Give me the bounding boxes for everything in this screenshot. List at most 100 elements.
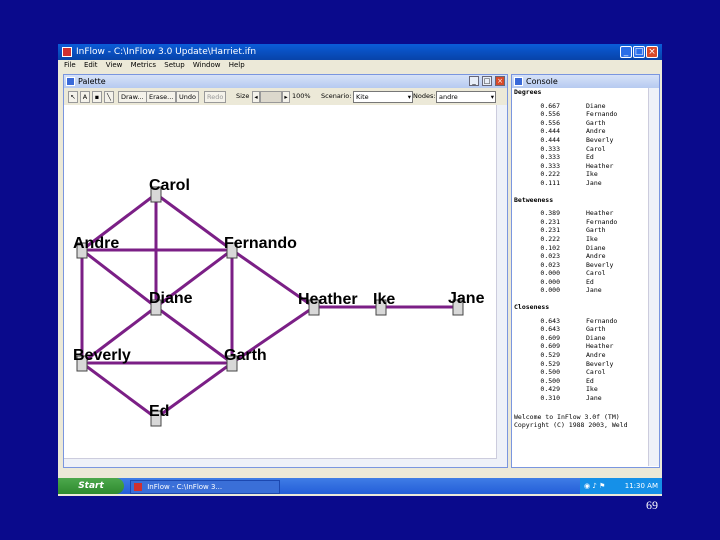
menu-file[interactable]: File [64,61,76,69]
console-vertical-scrollbar[interactable] [648,88,659,466]
console-row-value: 0.222 [540,170,560,179]
console-row-value: 0.333 [540,153,560,162]
console-row-value: 0.023 [540,260,560,269]
node-tool-icon[interactable]: ▪ [92,91,102,103]
chevron-down-icon: ▾ [490,93,494,101]
console-row: 0.444 Andre [514,127,651,136]
console-row-name: Ike [586,385,598,394]
console-window: Console Degrees 0.667 Diane 0.556 Fernando 0.… [511,74,660,468]
node-label-fernando: Fernando [224,235,297,252]
console-row-name: Fernando [586,316,618,325]
console-row-name: Diane [586,333,606,342]
palette-window: Palette _ □ × ↖ A ▪ ╲ Draw... Erase... U… [63,74,508,468]
console-titlebar[interactable]: Console [512,75,659,88]
menu-view[interactable]: View [106,61,123,69]
text-tool-icon[interactable]: A [80,91,90,103]
console-row: 0.222 Ike [514,170,651,179]
console-row-name: Andre [586,252,606,261]
tray-volume-icon[interactable]: ♪ [592,482,596,490]
console-row: 0.102 Diane [514,244,651,253]
console-section-heading: Degrees [514,88,542,96]
console-row: 0.111 Jane [514,179,651,188]
edge-diane-garth [155,305,233,365]
console-row-name: Ike [586,234,598,243]
console-row-value: 0.000 [540,269,560,278]
menu-window[interactable]: Window [193,61,221,69]
maximize-button[interactable]: □ [633,46,645,58]
console-row-value: 0.310 [540,394,560,402]
menu-metrics[interactable]: Metrics [131,61,156,69]
size-right-arrow-icon[interactable]: ▸ [282,91,290,103]
console-row-name: Ed [586,153,594,162]
erase-button[interactable]: Erase... [146,91,177,103]
minimize-button[interactable]: _ [620,46,632,58]
chevron-down-icon: ▾ [407,93,411,101]
console-row-name: Beverly [586,359,614,368]
menu-edit[interactable]: Edit [84,61,98,69]
menu-setup[interactable]: Setup [164,61,184,69]
console-icon [514,77,523,86]
console-row-name: Andre [586,351,606,360]
start-button[interactable]: Start [58,478,124,494]
close-button[interactable]: × [646,46,658,58]
palette-titlebar[interactable]: Palette _ □ × [64,75,507,88]
size-slider[interactable] [260,91,282,103]
scenario-value: Kite [356,93,369,101]
console-row-value: 0.556 [540,110,560,119]
console-section-heading: Betweeness [514,195,554,204]
console-section-heading: Closeness [514,303,550,312]
tray-network-icon[interactable]: ◉ [584,482,590,490]
console-row-value: 0.333 [540,144,560,153]
console-row-value: 0.389 [540,209,560,218]
console-row: 0.500 Carol [514,368,651,377]
console-row-value: 0.231 [540,226,560,235]
console-row: 0.643 Garth [514,325,651,334]
node-label-diane: Diane [149,290,193,307]
console-row: 0.529 Beverly [514,360,651,369]
nodes-value: andre [439,93,458,101]
pointer-tool-icon[interactable]: ↖ [68,91,78,103]
node-label-beverly: Beverly [73,347,131,364]
console-row-value: 0.023 [540,252,560,261]
console-row-name: Heather [586,209,614,218]
app-title: InFlow - C:\InFlow 3.0 Update\Harriet.if… [76,47,257,57]
console-row-value: 0.500 [540,368,560,377]
console-row: 0.556 Fernando [514,110,651,119]
console-row-name: Carol [586,144,606,153]
draw-button[interactable]: Draw... [118,91,147,103]
console-row: 0.529 Andre [514,351,651,360]
graph-edges [80,192,458,420]
console-row-value: 0.643 [540,325,560,334]
network-canvas[interactable]: Carol Andre Fernando Diane Heather Ike J… [64,105,497,467]
zoom-label: 100% [292,92,311,100]
menu-help[interactable]: Help [229,61,245,69]
console-row: 0.643 Fernando [514,317,651,326]
tray-security-icon[interactable]: ⚑ [599,482,605,490]
nodes-select[interactable]: andre ▾ [436,91,496,103]
console-row-name: Carol [586,269,606,278]
console-row-name: Ed [586,376,594,385]
app-titlebar[interactable]: InFlow - C:\InFlow 3.0 Update\Harriet.if… [58,44,662,60]
console-row-name: Diane [586,243,606,252]
menubar: File Edit View Metrics Setup Window Help [58,60,662,71]
console-row-name: Heather [586,342,614,351]
console-row-value: 0.444 [540,135,560,144]
system-tray: ◉ ♪ ⚑ 11:30 AM [580,478,662,494]
palette-minimize-button[interactable]: _ [469,76,479,86]
palette-vertical-scrollbar[interactable] [496,105,507,467]
scenario-select[interactable]: Kite ▾ [353,91,413,103]
palette-horizontal-scrollbar[interactable] [64,458,497,467]
console-row: 0.667 Diane [514,102,651,111]
console-row-name: Fernando [586,110,618,119]
console-row-name: Ed [586,277,594,286]
size-left-arrow-icon[interactable]: ◂ [252,91,260,103]
size-label: Size [236,92,250,100]
redo-button[interactable]: Redo [204,91,227,103]
palette-close-button[interactable]: × [495,76,505,86]
console-row-value: 0.444 [540,127,560,136]
palette-maximize-button[interactable]: □ [482,76,492,86]
undo-button[interactable]: Undo [176,91,199,103]
taskbar-item-inflow[interactable]: InFlow - C:\InFlow 3... [130,480,280,494]
link-tool-icon[interactable]: ╲ [104,91,114,103]
slide-number: 69 [646,498,658,512]
